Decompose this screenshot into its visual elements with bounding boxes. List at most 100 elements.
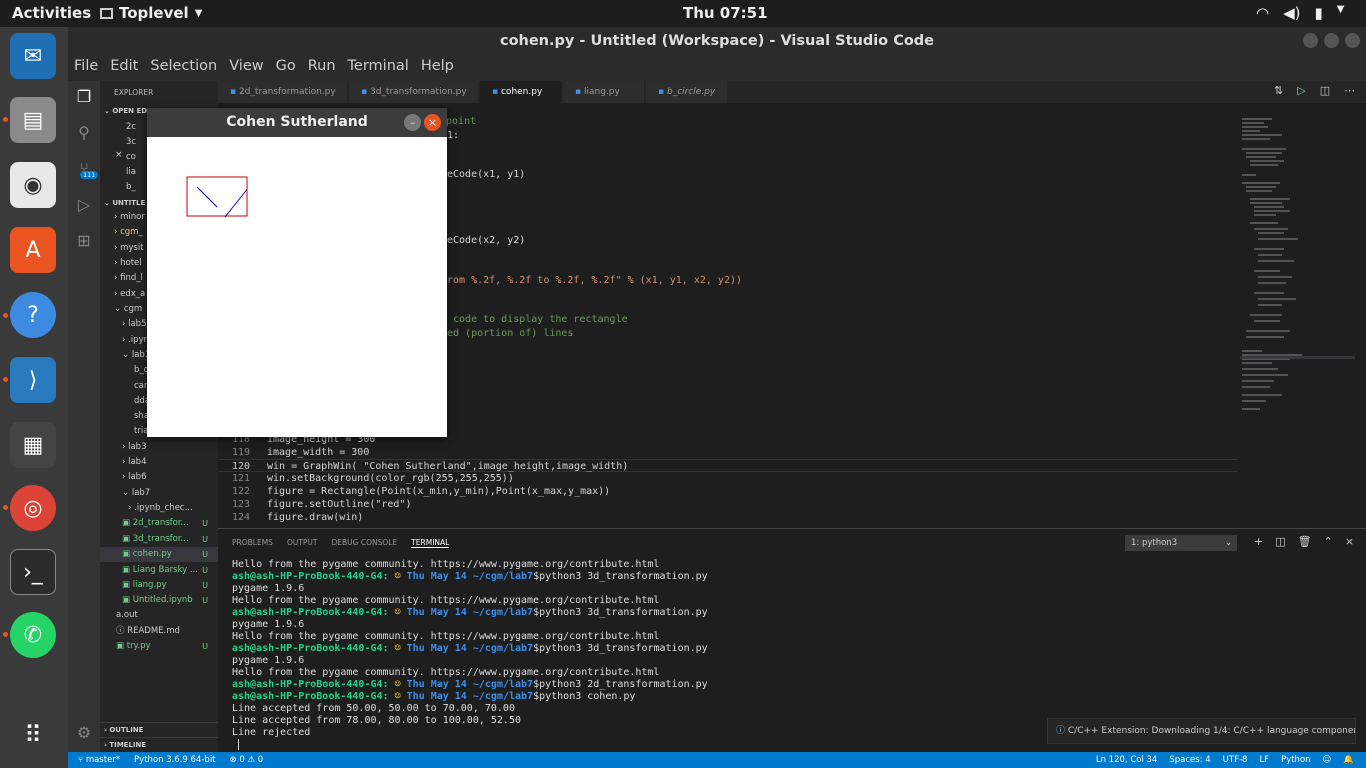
tab-output[interactable]: OUTPUT [287, 538, 318, 548]
menu-selection[interactable]: Selection [144, 55, 223, 81]
tab-debug-console[interactable]: DEBUG CONSOLE [332, 538, 398, 548]
feedback-icon[interactable]: ☺ [1323, 752, 1332, 768]
run-debug-icon[interactable]: ▷ [72, 193, 96, 217]
more-actions-icon[interactable]: ⋯ [1344, 84, 1355, 97]
menu-help[interactable]: Help [415, 55, 460, 81]
terminal-output[interactable]: Hello from the pygame community. https:/… [232, 559, 708, 751]
tree-item[interactable]: ▣ 3d_transfor... U [100, 532, 218, 547]
menu-run[interactable]: Run [302, 55, 342, 81]
close-icon[interactable]: × [115, 150, 123, 160]
clock[interactable]: Thu 07:51 [683, 4, 768, 22]
split-editor-icon[interactable]: ◫ [1320, 84, 1330, 97]
menu-go[interactable]: Go [270, 55, 302, 81]
code-fragment: code to display the rectangle [447, 314, 628, 325]
tree-item[interactable]: ⌄ lab7 [100, 486, 218, 501]
minimize-icon[interactable] [1303, 33, 1318, 48]
prompt-path: ~/cgm/lab7 [472, 643, 534, 654]
cursor-position[interactable]: Ln 120, Col 34 [1096, 752, 1157, 768]
chevron-down-icon[interactable]: ▼ [1337, 4, 1345, 22]
extension-notification[interactable]: ⓘ C/C++ Extension: Downloading 1/4: C/C+… [1047, 718, 1356, 744]
code-line: 121 win.setBackground(color_rgb(255,255,2… [218, 472, 1238, 485]
tree-item[interactable]: ▣ try.py U [100, 639, 218, 654]
language-mode[interactable]: Python [1281, 752, 1310, 768]
tree-item[interactable]: ⓘ README.md [100, 624, 218, 639]
git-branch[interactable]: ⑂ master* [78, 752, 120, 768]
minimize-icon[interactable]: – [404, 114, 421, 131]
tab-liang[interactable]: ▪ liang.py [563, 81, 645, 103]
whatsapp-icon[interactable]: ✆ [10, 612, 56, 658]
settings-gear-icon[interactable]: ⚙ [72, 721, 96, 745]
close-icon[interactable] [1345, 33, 1360, 48]
add-terminal-icon[interactable]: + [1254, 535, 1263, 548]
tree-item[interactable]: › .ipynb_chec... [100, 501, 218, 516]
clapper-icon[interactable]: ▦ [10, 422, 56, 468]
encoding[interactable]: UTF-8 [1223, 752, 1248, 768]
thunderbird-icon[interactable]: ✉ [10, 33, 56, 79]
explorer-header: EXPLORER [114, 88, 154, 97]
tree-item[interactable]: a.out [100, 608, 218, 623]
help-icon[interactable]: ? [10, 292, 56, 338]
tab-terminal[interactable]: TERMINAL [411, 538, 450, 548]
battery-icon[interactable]: ▮ [1314, 4, 1322, 22]
tab-3d-transformation[interactable]: ▪ 3d_transformation.py [349, 81, 479, 103]
minimap[interactable] [1240, 118, 1355, 418]
code-line: 119 image_width = 300 [218, 446, 1238, 459]
search-icon[interactable]: ⚲ [72, 121, 96, 145]
outline-section[interactable]: › OUTLINE [100, 722, 218, 737]
tree-item[interactable]: › lab6 [100, 470, 218, 485]
tree-item[interactable]: › lab3 [100, 440, 218, 455]
trash-icon[interactable]: 🗑 [1298, 535, 1312, 548]
close-panel-icon[interactable]: × [1345, 535, 1354, 548]
tree-item-selected[interactable]: ▣ cohen.py U [100, 547, 218, 562]
close-icon[interactable]: × [424, 114, 441, 131]
cohen-sutherland-window[interactable]: Cohen Sutherland – × [147, 108, 447, 437]
terminal-cursor [232, 739, 708, 751]
tab-problems[interactable]: PROBLEMS [232, 538, 273, 548]
tree-item[interactable]: ▣ liang.py U [100, 578, 218, 593]
tab-b-circle[interactable]: ▪ b_circle.py [646, 81, 728, 103]
maximize-panel-icon[interactable]: ⌃ [1324, 535, 1333, 548]
terminal-icon[interactable]: ›_ [10, 549, 56, 595]
explorer-icon[interactable]: ❐ [72, 85, 96, 109]
menu-edit[interactable]: Edit [104, 55, 144, 81]
volume-icon[interactable]: ◀) [1283, 4, 1300, 22]
tab-2d-transformation[interactable]: ▪ 2d_transformation.py [218, 81, 348, 103]
line-number: 121 [231, 473, 250, 484]
app-name: Toplevel [119, 4, 189, 22]
menu-view[interactable]: View [223, 55, 269, 81]
code-fragment: eCode(x2, y2) [447, 235, 526, 246]
activities-button[interactable]: Activities [12, 4, 91, 22]
tree-item[interactable]: ▣ Liang Barsky ... U [100, 563, 218, 578]
tab-cohen[interactable]: ▪ cohen.py [480, 81, 562, 103]
run-file-icon[interactable]: ▷ [1297, 84, 1305, 97]
rhythmbox-icon[interactable]: ◉ [10, 162, 56, 208]
timeline-section[interactable]: › TIMELINE [100, 737, 218, 752]
software-center-icon[interactable]: A [10, 227, 56, 273]
chrome-icon[interactable]: ◎ [10, 485, 56, 531]
split-terminal-icon[interactable]: ◫ [1275, 535, 1285, 548]
end-of-line[interactable]: LF [1259, 752, 1269, 768]
terminal-select[interactable]: 1: python3 ⌄ [1125, 535, 1237, 551]
indentation[interactable]: Spaces: 4 [1169, 752, 1210, 768]
menu-file[interactable]: File [68, 55, 104, 81]
problems-count[interactable]: ⊗ 0 ⚠ 0 [230, 752, 264, 768]
tab-label: 2d_transformation.py [238, 87, 336, 97]
tree-item-label: 3d_transfor... [132, 534, 189, 544]
vscode-icon[interactable]: ⟩ [10, 357, 56, 403]
wifi-icon[interactable]: ◠ [1256, 4, 1269, 22]
tree-item[interactable]: ▣ 2d_transfor... U [100, 516, 218, 531]
extensions-icon[interactable]: ⊞ [72, 229, 96, 253]
system-tray[interactable]: ◠ ◀) ▮ ▼ [1256, 4, 1344, 22]
show-apps-icon[interactable]: ⠿ [10, 712, 56, 758]
bell-icon[interactable]: 🔔 [1343, 752, 1354, 768]
files-icon[interactable]: ▤ [10, 97, 56, 143]
cohen-window-titlebar[interactable]: Cohen Sutherland [147, 108, 447, 137]
maximize-icon[interactable] [1324, 33, 1339, 48]
python-interpreter[interactable]: Python 3.6.9 64-bit [134, 752, 215, 768]
menu-terminal[interactable]: Terminal [342, 55, 415, 81]
tree-item[interactable]: ▣ Untitled.ipynb U [100, 593, 218, 608]
app-menu[interactable]: Toplevel ▼ [100, 4, 202, 22]
compare-icon[interactable]: ⇅ [1274, 84, 1283, 97]
terminal-prompt-line: ash@ash-HP-ProBook-440-G4: ☺ Thu May 14 … [232, 643, 708, 654]
tree-item[interactable]: › lab4 [100, 455, 218, 470]
